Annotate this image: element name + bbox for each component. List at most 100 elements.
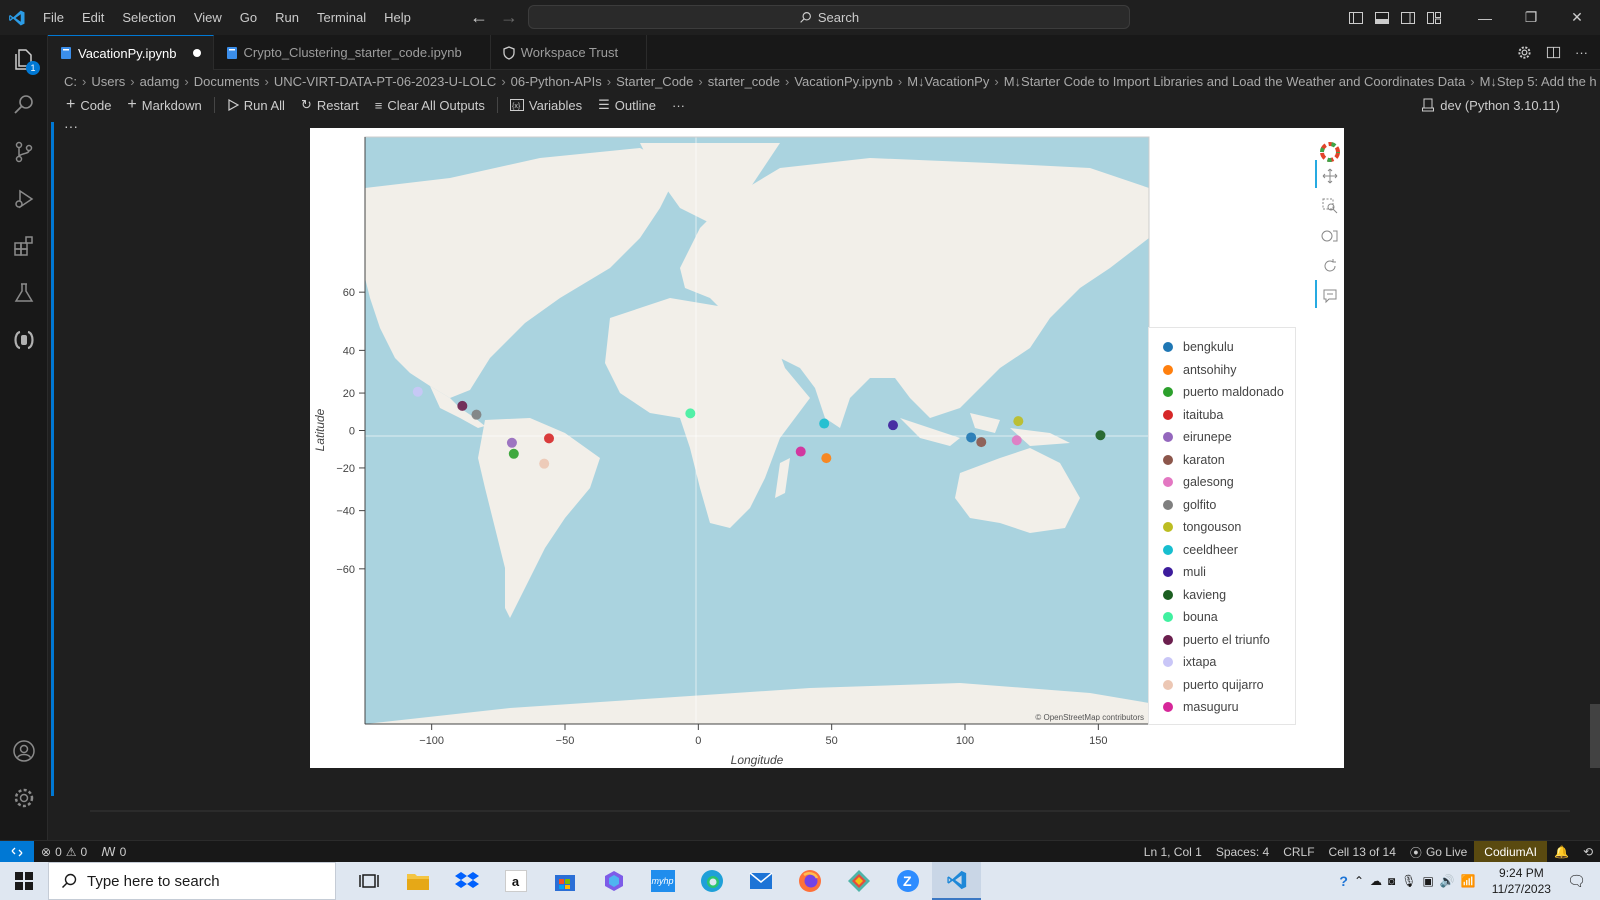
breadcrumb-item[interactable]: M↓Starter Code to Import Libraries and L… [1004,74,1466,89]
search-view-icon[interactable] [0,81,48,129]
outline-button[interactable]: ☰ Outline [590,97,664,113]
codium-extension-icon[interactable] [0,316,48,364]
legend-item[interactable]: puerto quijarro [1149,674,1264,696]
scatter-point-muli[interactable] [888,420,898,431]
toggle-secondary-sidebar-icon[interactable] [1400,10,1416,26]
cell-collapse-dots[interactable]: ··· [64,118,78,134]
mail-icon[interactable] [736,862,785,900]
minimize-button[interactable]: — [1462,0,1508,35]
legend-item[interactable]: ixtapa [1149,651,1216,673]
more-actions-icon[interactable]: ··· [1575,45,1588,60]
menu-file[interactable]: File [34,0,73,35]
more-toolbar-button[interactable]: ··· [664,98,693,113]
menu-edit[interactable]: Edit [73,0,113,35]
scatter-point-karaton[interactable] [976,437,987,448]
reset-tool-icon[interactable] [1314,252,1346,280]
breadcrumb-item[interactable]: Starter_Code [616,74,693,89]
wheel-zoom-tool-icon[interactable] [1314,222,1346,250]
legend-item[interactable]: golfito [1149,494,1216,516]
legend-item[interactable]: itaituba [1149,404,1223,426]
scatter-point-masuguru[interactable] [795,446,806,457]
go-live-button[interactable]: ⦿ Go Live [1403,844,1474,861]
settings-gear-icon[interactable] [0,774,48,822]
vscode-taskbar-icon[interactable] [932,862,981,900]
scatter-point-puerto-maldonado[interactable] [508,448,519,459]
amazon-icon[interactable]: a [491,862,540,900]
legend-item[interactable]: masuguru [1149,696,1239,718]
tab-workspace-trust[interactable]: Workspace Trust [491,35,648,70]
show-hidden-icons-chevron-icon[interactable]: ⌃ [1354,874,1364,888]
back-arrow-icon[interactable]: ← [470,7,488,28]
legend-item[interactable]: muli [1149,561,1206,583]
menu-terminal[interactable]: Terminal [308,0,375,35]
add-markdown-cell-button[interactable]: + Markdown [119,96,209,114]
menu-go[interactable]: Go [231,0,266,35]
breadcrumb-item[interactable]: M↓VacationPy [907,74,989,89]
microphone-icon[interactable]: 🎙 [1401,874,1416,888]
notification-center-icon[interactable]: 🗨 [1567,872,1586,890]
breadcrumb-item[interactable]: adamg [140,74,180,89]
end-of-line[interactable]: CRLF [1276,845,1321,859]
toggle-panel-icon[interactable] [1374,10,1390,26]
customize-layout-icon[interactable] [1426,10,1442,26]
account-icon[interactable] [0,727,48,775]
scatter-point-itaituba[interactable] [544,433,554,444]
breadcrumb-item[interactable]: starter_code [708,74,780,89]
notifications-bell-icon[interactable]: 🔔 [1547,845,1576,859]
scatter-point-tongouson[interactable] [1013,416,1024,427]
volume-icon[interactable]: 🔊 [1440,874,1455,888]
scatter-point-golfito[interactable] [471,409,482,420]
breadcrumb-item[interactable]: C: [64,74,77,89]
add-code-cell-button[interactable]: + Code [58,96,119,114]
legend-item[interactable]: kavieng [1149,584,1226,606]
scatter-point-bengkulu[interactable] [966,432,977,443]
split-editor-icon[interactable] [1546,45,1561,60]
menu-help[interactable]: Help [375,0,420,35]
scatter-point-bouna[interactable] [685,408,696,419]
hover-tool-icon[interactable] [1314,282,1346,310]
help-icon[interactable]: ? [1339,873,1348,889]
testing-flask-icon[interactable] [0,269,48,317]
copilot-icon[interactable] [589,862,638,900]
webcam-icon[interactable]: ◙ [1388,874,1395,888]
forward-arrow-icon[interactable]: → [500,7,518,28]
gitkraken-icon[interactable] [834,862,883,900]
scatter-point-ceeldheer[interactable] [819,418,830,429]
legend-item[interactable]: puerto el triunfo [1149,629,1270,651]
variables-button[interactable]: {x} Variables [502,98,590,113]
legend-item[interactable]: tongouson [1149,516,1241,538]
taskbar-clock[interactable]: 9:24 PM 11/27/2023 [1492,865,1551,897]
menu-view[interactable]: View [185,0,231,35]
box-zoom-tool-icon[interactable] [1314,192,1346,220]
cursor-position[interactable]: Ln 1, Col 1 [1137,845,1209,859]
menu-run[interactable]: Run [266,0,308,35]
breadcrumb-item[interactable]: M↓Step 5: Add the h [1480,74,1597,89]
zoom-icon[interactable]: Z [883,862,932,900]
toggle-primary-sidebar-icon[interactable] [1348,10,1364,26]
source-control-icon[interactable] [0,128,48,176]
scatter-point-eirunepe[interactable] [506,437,517,448]
accounts-sync-icon[interactable]: ⟲ [1576,845,1600,859]
codium-status[interactable]: CodiumAI [1474,841,1547,863]
legend-item[interactable]: bengkulu [1149,336,1234,358]
breadcrumb-item[interactable]: VacationPy.ipynb [794,74,893,89]
tab-crypto-clustering[interactable]: Crypto_Clustering_starter_code.ipynb [214,35,491,70]
display-icon[interactable]: ▣ [1423,874,1434,888]
unsaved-dot-icon[interactable] [192,49,201,57]
scatter-point-kavieng[interactable] [1095,430,1106,441]
scatter-point-puerto-quijarro[interactable] [539,458,550,469]
dropbox-icon[interactable] [442,862,491,900]
scatter-point-ixtapa[interactable] [412,386,423,397]
breadcrumb-item[interactable]: Documents [194,74,260,89]
map-attribution[interactable]: © OpenStreetMap contributors [1035,713,1144,722]
legend-item[interactable]: bouna [1149,606,1218,628]
menu-selection[interactable]: Selection [113,0,184,35]
file-explorer-icon[interactable] [393,862,442,900]
explorer-icon[interactable]: 1 [0,35,48,83]
breadcrumb-item[interactable]: UNC-VIRT-DATA-PT-06-2023-U-LOLC [274,74,497,89]
horizontal-scrollbar[interactable] [90,810,1570,812]
task-view-icon[interactable] [344,862,393,900]
scatter-point-puerto-el-triunfo[interactable] [457,400,468,411]
breadcrumb-item[interactable]: Users [91,74,125,89]
ports-status[interactable]: ꟿ0 [94,845,133,859]
